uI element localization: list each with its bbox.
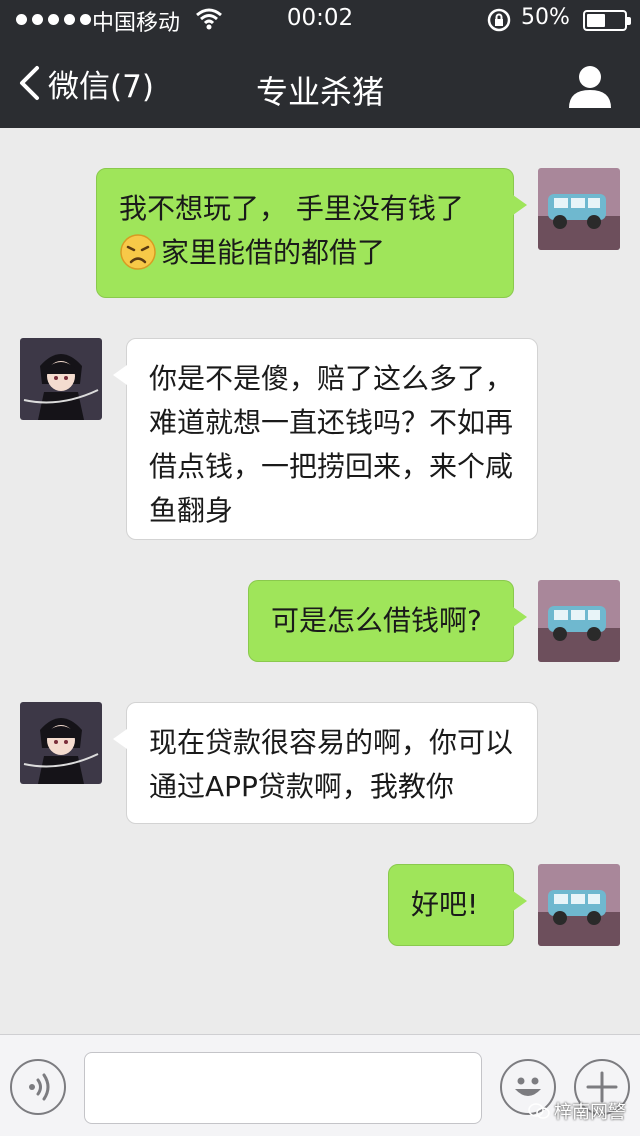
contact-avatar[interactable] — [20, 702, 102, 784]
incoming-message[interactable]: 现在贷款很容易的啊，你可以 通过APP贷款啊，我教你 — [113, 702, 538, 824]
message-line: 鱼翻身 — [149, 494, 234, 527]
back-label: 微信(7) — [48, 68, 154, 105]
top-bar: 中国移动 00:02 50% 微信(7) 专业杀猪 — [0, 0, 640, 128]
message-line: 可是怎么借钱啊? — [271, 604, 482, 637]
wechat-logo-icon — [528, 1103, 550, 1119]
voice-icon — [29, 1073, 50, 1101]
battery-percentage: 50% — [521, 5, 570, 30]
message-line: 借点钱，一把捞回来，来个咸 — [149, 450, 514, 483]
wechat-chat-screen: 中国移动 00:02 50% 微信(7) 专业杀猪 我不想玩了， 手里没有钱了 … — [0, 0, 640, 1136]
contact-avatar[interactable] — [20, 338, 102, 420]
my-avatar[interactable] — [538, 864, 620, 946]
battery-icon — [583, 10, 631, 31]
my-avatar[interactable] — [538, 580, 620, 662]
message-line: 家里能借的都借了 — [161, 236, 386, 269]
message-line: 我不想玩了， 手里没有钱了 — [119, 192, 464, 225]
contact-profile-icon[interactable] — [566, 62, 614, 110]
message-list[interactable]: 我不想玩了， 手里没有钱了 家里能借的都借了 你是不是傻，赔了这么多了， 难道就… — [0, 128, 640, 1034]
outgoing-message[interactable]: 我不想玩了， 手里没有钱了 家里能借的都借了 — [96, 168, 527, 298]
outgoing-message[interactable]: 好吧! — [388, 864, 527, 946]
message-line: 现在贷款很容易的啊，你可以 — [149, 726, 514, 759]
watermark-text: 梓南网警 — [554, 1102, 626, 1123]
watermark: 梓南网警 — [528, 1098, 626, 1124]
rotation-lock-icon — [487, 8, 511, 32]
message-line: 你是不是傻，赔了这么多了， — [149, 362, 514, 395]
chevron-left-icon — [20, 66, 39, 100]
message-line: 好吧! — [411, 888, 479, 921]
outgoing-message[interactable]: 可是怎么借钱啊? — [248, 580, 527, 662]
message-line: 通过APP贷款啊，我教你 — [149, 770, 454, 803]
message-line: 难道就想一直还钱吗？不如再 — [149, 406, 514, 439]
back-button[interactable]: 微信(7) — [18, 58, 154, 108]
navigation-bar: 微信(7) 专业杀猪 — [0, 40, 640, 128]
voice-input-button[interactable] — [10, 1059, 66, 1115]
status-bar: 中国移动 00:02 50% — [0, 0, 640, 40]
incoming-message[interactable]: 你是不是傻，赔了这么多了， 难道就想一直还钱吗？不如再 借点钱，一把捞回来，来个… — [113, 338, 538, 540]
battery-level-fill — [587, 14, 605, 27]
message-text-input[interactable] — [84, 1052, 482, 1124]
disappointed-face-icon — [120, 234, 156, 270]
my-avatar[interactable] — [538, 168, 620, 250]
message-line-with-emoji: 家里能借的都借了 — [119, 231, 491, 275]
